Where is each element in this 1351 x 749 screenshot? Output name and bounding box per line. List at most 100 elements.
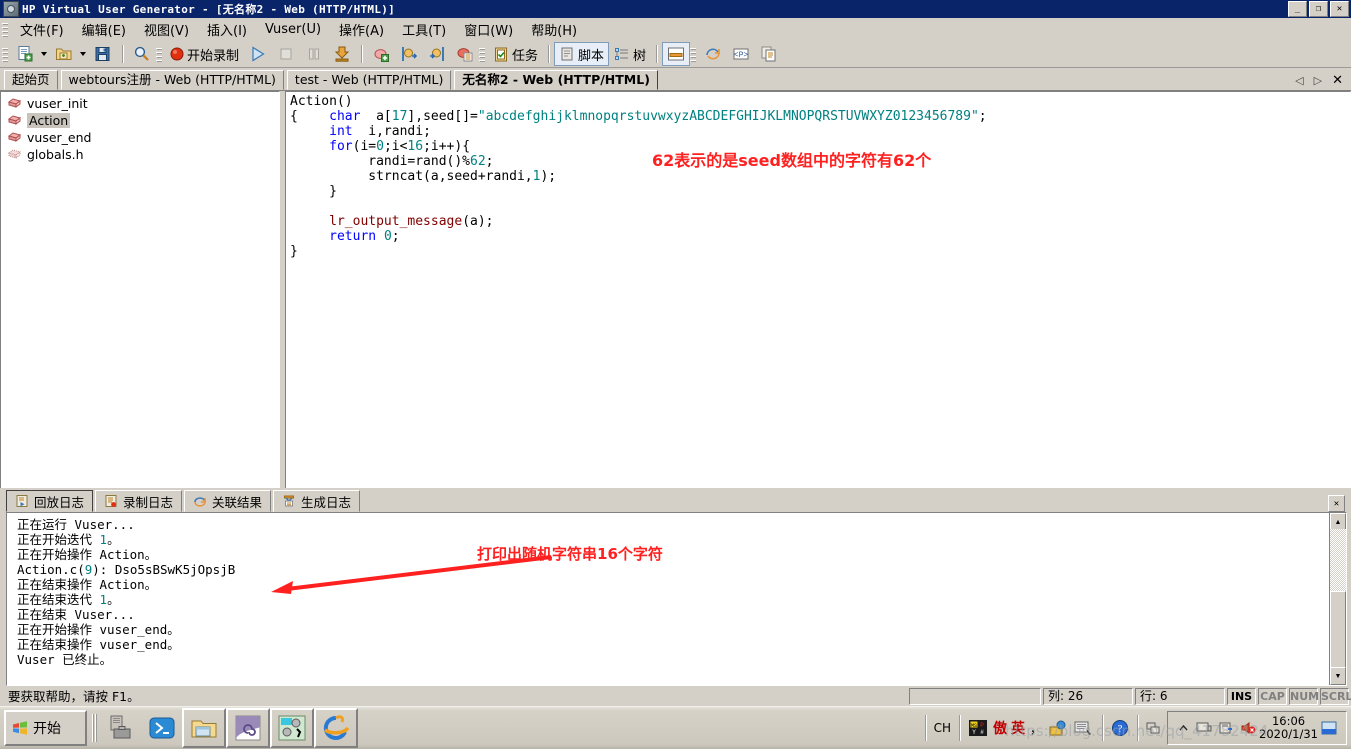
log-line-4: Action.c(9): Dso5sBSwK5jOpsjB [17, 562, 236, 577]
open-script-dropdown-arrow[interactable] [80, 52, 86, 56]
close-button[interactable]: ✕ [1330, 1, 1349, 17]
doc-tab-test[interactable]: test - Web (HTTP/HTML) [286, 70, 452, 90]
task-clipboard-icon [495, 47, 508, 62]
doc-tab-start-page[interactable]: 起始页 [4, 70, 58, 90]
new-script-dropdown-arrow[interactable] [41, 52, 47, 56]
ime-toolbox-icon[interactable] [1048, 719, 1068, 737]
log-tab-generation[interactable]: 生成日志 [273, 490, 361, 512]
paste-button[interactable] [755, 42, 783, 66]
taskbar-grip-1[interactable] [92, 714, 97, 742]
refresh-button[interactable] [699, 42, 727, 66]
log-tab-replay[interactable]: 回放日志 [6, 490, 94, 512]
toolbar-drag-grip-2[interactable] [156, 46, 162, 62]
chevron-up-icon[interactable] [1177, 722, 1190, 735]
insert-rendezvous-button[interactable] [451, 42, 479, 66]
run-button[interactable] [244, 42, 272, 66]
log-line-5: 正在结束操作 Action。 [17, 577, 158, 592]
show-desktop-icon[interactable] [1321, 721, 1337, 735]
pause-icon [309, 48, 320, 60]
ime-punctuation-icon[interactable]: ， [1030, 720, 1042, 737]
toolbar-drag-grip-1[interactable] [2, 46, 8, 62]
pause-button[interactable] [300, 42, 328, 66]
toolbar-drag-grip-3[interactable] [479, 46, 486, 62]
log-tab-generation-label: 生成日志 [301, 494, 352, 510]
rendezvous-icon [457, 48, 473, 62]
log-line-3: 正在开始操作 Action。 [17, 547, 158, 562]
menu-drag-grip[interactable] [2, 21, 8, 37]
svg-text:MS: MS [971, 723, 977, 729]
code-line-1: Action() [290, 94, 353, 109]
log-panel-close-button[interactable]: ✕ [1328, 495, 1345, 512]
parameter-button[interactable]: <P> [727, 42, 755, 66]
help-support-icon[interactable]: ? [1111, 719, 1129, 737]
menu-vuser[interactable]: Vuser(U) [256, 19, 330, 40]
menu-insert[interactable]: 插入(I) [198, 17, 256, 42]
quicklaunch-lr-generator[interactable] [270, 708, 314, 748]
quicklaunch-powershell[interactable] [142, 710, 182, 746]
tree-item-action[interactable]: Action [4, 112, 279, 129]
code-text[interactable]: Action() { char a[17],seed[]="abcdefghij… [286, 92, 1350, 259]
maximize-button[interactable]: ❐ [1309, 1, 1328, 17]
code-editor-pane[interactable]: Action() { char a[17],seed[]="abcdefghij… [285, 91, 1351, 489]
menu-edit[interactable]: 编辑(E) [73, 17, 135, 42]
tree-item-globals-h[interactable]: globals.h [4, 146, 279, 163]
safely-remove-icon[interactable] [1218, 721, 1234, 735]
monitor-icon[interactable] [1196, 721, 1212, 735]
ime-logo-icon[interactable]: MS P Y # [968, 719, 988, 737]
code-line-3: int i,randi; [329, 124, 431, 139]
toolbar-separator-2 [361, 45, 363, 63]
minimize-button[interactable]: _ [1288, 1, 1307, 17]
find-button[interactable] [128, 42, 156, 66]
tab-next-icon[interactable]: ▷ [1314, 74, 1322, 87]
new-script-button[interactable] [11, 42, 39, 66]
ime-english-label[interactable]: 英 [1011, 718, 1025, 738]
save-button[interactable] [89, 42, 117, 66]
ime-mode-icon[interactable]: 傲 [993, 718, 1007, 738]
doc-tab-webtours[interactable]: webtours注册 - Web (HTTP/HTML) [60, 70, 284, 90]
quicklaunch-explorer[interactable] [182, 708, 226, 748]
svg-text:P: P [980, 722, 984, 729]
tab-close-icon[interactable]: ✕ [1332, 72, 1343, 88]
tab-prev-icon[interactable]: ◁ [1295, 74, 1303, 87]
split-view-button[interactable] [662, 42, 691, 66]
stop-button[interactable] [272, 42, 300, 66]
end-transaction-button[interactable] [423, 42, 451, 66]
log-output-area[interactable]: 正在运行 Vuser... 正在开始迭代 1。 正在开始操作 Action。 A… [6, 512, 1347, 686]
log-panel: 回放日志 录制日志 关联结果 生成日志 ✕ 正在运行 Vuser... 正在开始… [0, 488, 1351, 688]
task-view-button[interactable]: 任务 [488, 42, 543, 66]
tree-view-button[interactable]: 树 [609, 42, 651, 66]
start-button[interactable]: 开始 [4, 710, 87, 746]
clock[interactable]: 16:06 2020/1/31 [1259, 715, 1318, 741]
menu-action[interactable]: 操作(A) [330, 17, 393, 42]
tree-item-vuser-init[interactable]: vuser_init [4, 95, 279, 112]
tree-item-vuser-end[interactable]: vuser_end [4, 129, 279, 146]
compile-button[interactable] [328, 42, 356, 66]
seed-string: abcdefghijklmnopqrstuvwxyzABCDEFGHIJKLMN… [485, 109, 971, 124]
start-record-button[interactable]: 开始录制 [165, 42, 244, 66]
menu-file[interactable]: 文件(F) [11, 17, 73, 42]
menu-help[interactable]: 帮助(H) [522, 17, 586, 42]
log-tab-correlation[interactable]: 关联结果 [184, 490, 272, 512]
menu-tools[interactable]: 工具(T) [393, 17, 455, 42]
log-tab-record[interactable]: 录制日志 [95, 490, 183, 512]
quicklaunch-media-app[interactable] [226, 708, 270, 748]
scroll-down-button[interactable]: ▼ [1330, 667, 1346, 685]
toolbar-drag-grip-4[interactable] [690, 46, 697, 62]
menu-bar: 文件(F) 编辑(E) 视图(V) 插入(I) Vuser(U) 操作(A) 工… [0, 18, 1351, 41]
quicklaunch-my-computer[interactable] [102, 710, 142, 746]
ime-keyboard-icon[interactable] [1074, 719, 1094, 737]
tray-language-code[interactable]: CH [934, 721, 951, 735]
script-view-button[interactable]: 脚本 [554, 42, 610, 66]
add-transaction-button[interactable] [367, 42, 395, 66]
log-annotation-text: 打印出随机字符串16个字符 [477, 545, 663, 563]
clock-area[interactable]: 16:06 2020/1/31 [1167, 711, 1347, 745]
network-icon[interactable] [1146, 721, 1160, 735]
start-transaction-button[interactable] [395, 42, 423, 66]
quicklaunch-internet-explorer[interactable] [314, 708, 358, 748]
volume-muted-icon[interactable] [1240, 721, 1256, 735]
open-script-button[interactable] [50, 42, 78, 66]
menu-window[interactable]: 窗口(W) [455, 17, 522, 42]
menu-view[interactable]: 视图(V) [135, 17, 198, 42]
doc-tab-untitled2[interactable]: 无名称2 - Web (HTTP/HTML) [454, 70, 658, 90]
